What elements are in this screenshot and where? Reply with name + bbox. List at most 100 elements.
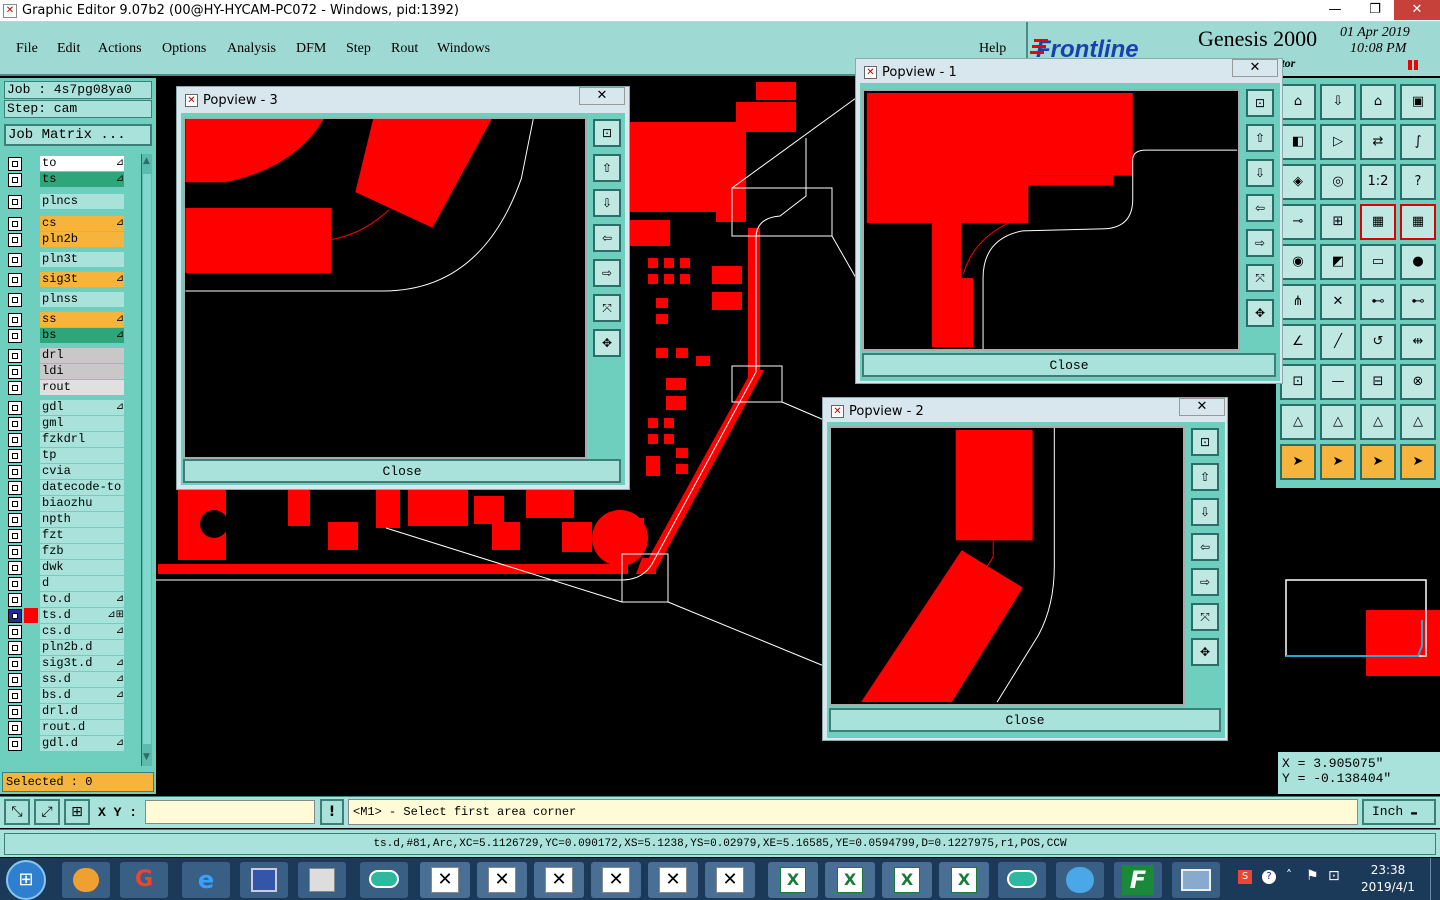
taskbar-eye2-icon[interactable] — [998, 862, 1046, 898]
taskbar-editor-window[interactable]: ✕ — [591, 862, 641, 898]
layer-checkbox[interactable] — [8, 689, 22, 703]
taskbar-excel-window[interactable]: X — [939, 862, 989, 898]
clock-time[interactable]: 23:38 — [1364, 863, 1412, 877]
layer-row-biaozhu[interactable]: biaozhu — [8, 496, 124, 511]
tray-network-icon[interactable]: ⊡ — [1328, 868, 1340, 884]
layer-checkbox[interactable] — [8, 157, 22, 171]
circle-icon[interactable]: ● — [1400, 244, 1436, 280]
layer-checkbox[interactable] — [8, 329, 22, 343]
group-icon[interactable]: ⊗ — [1400, 364, 1436, 400]
popview-right-icon[interactable]: ⇨ — [593, 259, 621, 287]
taskbar-image-icon[interactable] — [1172, 862, 1220, 898]
menu-dfm[interactable]: DFM — [296, 41, 326, 57]
popview-2-close-button[interactable]: Close — [829, 708, 1221, 732]
triangle3-icon[interactable]: △ — [1360, 404, 1396, 440]
line-add-icon[interactable]: — — [1320, 364, 1356, 400]
layer-affected-icon[interactable]: ⊿ — [116, 624, 124, 638]
popview-1-close-x[interactable]: ✕ — [1232, 59, 1278, 77]
popview-page-icon[interactable]: ⊡ — [593, 119, 621, 147]
move-right-icon[interactable]: ▷ — [1320, 124, 1356, 160]
layer-row-gdl-d[interactable]: gdl.d ⊿ — [8, 736, 124, 751]
layer-row-dwk[interactable]: dwk — [8, 560, 124, 575]
pointer-circle-icon[interactable]: ➤ — [1360, 444, 1396, 480]
layer-row-tp[interactable]: tp — [8, 448, 124, 463]
layer-row-fzb[interactable]: fzb — [8, 544, 124, 559]
layer-row-pln3t[interactable]: pln3t — [8, 252, 124, 267]
layer-row-rout[interactable]: rout — [8, 380, 124, 395]
layer-row-drl-d[interactable]: drl.d — [8, 704, 124, 719]
layer-row-ldi[interactable]: ldi — [8, 364, 124, 379]
popview-fit-icon[interactable]: ⤧ — [593, 294, 621, 322]
menu-file[interactable]: File — [16, 41, 38, 57]
swap-icon[interactable]: ⇄ — [1360, 124, 1396, 160]
pad-select-icon[interactable]: ▦ — [1360, 204, 1396, 240]
layer-checkbox[interactable] — [8, 381, 22, 395]
layer-affected-icon[interactable]: ⊿ — [116, 400, 124, 414]
layer-row-sig3t[interactable]: sig3t ⊿ — [8, 272, 124, 287]
alert-button[interactable]: ! — [320, 799, 344, 825]
cross-icon[interactable]: ✕ — [1320, 284, 1356, 320]
window-split-icon[interactable]: ▣ — [1400, 84, 1436, 120]
layer-checkbox[interactable] — [8, 561, 22, 575]
link2-icon[interactable]: ⊷ — [1400, 284, 1436, 320]
help-icon[interactable]: ? — [1400, 164, 1436, 200]
layer-checkbox[interactable] — [8, 233, 22, 247]
layer-checkbox[interactable] — [8, 593, 22, 607]
taskbar-editor-window[interactable]: ✕ — [420, 862, 470, 898]
layer-checkbox[interactable] — [8, 513, 22, 527]
layer-row-drl[interactable]: drl — [8, 348, 124, 363]
layer-checkbox[interactable] — [8, 577, 22, 591]
xy-input[interactable] — [145, 800, 315, 824]
popview-1-view[interactable] — [862, 89, 1240, 351]
layer-checkbox[interactable] — [8, 173, 22, 187]
taskbar-bird-icon[interactable] — [1056, 862, 1104, 898]
popview-3-close-x[interactable]: ✕ — [579, 87, 625, 105]
tray-help-icon[interactable]: ? — [1262, 870, 1276, 884]
pointer-link-icon[interactable]: ➤ — [1400, 444, 1436, 480]
tray-s-icon[interactable]: S — [1238, 870, 1252, 884]
pad-select2-icon[interactable]: ▦ — [1400, 204, 1436, 240]
layer-affected-icon[interactable]: ⊿ — [116, 656, 124, 670]
grid-icon[interactable]: ⊞ — [64, 799, 90, 825]
angle-icon[interactable]: ∠ — [1280, 324, 1316, 360]
menu-step[interactable]: Step — [346, 41, 371, 57]
layer-row-bs[interactable]: bs ⊿ — [8, 328, 124, 343]
layer-row-d[interactable]: d — [8, 576, 124, 591]
layer-row-pln2b-d[interactable]: pln2b.d — [8, 640, 124, 655]
layer-checkbox[interactable] — [8, 433, 22, 447]
layout-icon[interactable]: ⌂ — [1360, 84, 1396, 120]
pad-icon[interactable]: ◉ — [1280, 244, 1316, 280]
layer-checkbox[interactable] — [8, 465, 22, 479]
layer-checkbox[interactable] — [8, 313, 22, 327]
move-left-icon[interactable]: ◧ — [1280, 124, 1316, 160]
popview-center-icon[interactable]: ✥ — [1191, 638, 1219, 666]
popview-2-close-x[interactable]: ✕ — [1179, 398, 1225, 416]
taskbar-editor-window[interactable]: ✕ — [534, 862, 584, 898]
menu-rout[interactable]: Rout — [391, 41, 418, 57]
layer-checkbox[interactable] — [8, 195, 22, 209]
triangle2-icon[interactable]: △ — [1320, 404, 1356, 440]
menu-help[interactable]: Help — [979, 41, 1006, 57]
layer-row-rout-d[interactable]: rout.d — [8, 720, 124, 735]
popview-down-icon[interactable]: ⇩ — [593, 189, 621, 217]
layer-checkbox[interactable] — [8, 417, 22, 431]
pointer-icon[interactable]: ➤ — [1280, 444, 1316, 480]
layer-row-plncs[interactable]: plncs — [8, 194, 124, 209]
close-window-button[interactable]: ✕ — [1394, 0, 1440, 20]
layer-affected-icon[interactable]: ⊿ — [116, 216, 124, 230]
layer-checkbox[interactable] — [8, 273, 22, 287]
layer-scrollbar[interactable]: ▲ ▼ — [141, 154, 152, 766]
tray-flag-icon[interactable]: ⚑ — [1306, 868, 1319, 884]
layer-checkbox[interactable] — [8, 449, 22, 463]
popview-up-icon[interactable]: ⇧ — [593, 154, 621, 182]
layer-row-gml[interactable]: gml — [8, 416, 124, 431]
layer-row-datecode-to[interactable]: datecode-to — [8, 480, 124, 495]
layer-affected-icon[interactable]: ⊿ — [116, 672, 124, 686]
layer-checkbox[interactable] — [8, 293, 22, 307]
layer-checkbox[interactable] — [8, 217, 22, 231]
layer-row-gdl[interactable]: gdl ⊿ — [8, 400, 124, 415]
job-matrix-button[interactable]: Job Matrix ... — [4, 124, 152, 146]
taskbar-editor-window[interactable]: ✕ — [648, 862, 698, 898]
layer-affected-icon[interactable]: ⊿ — [116, 688, 124, 702]
menu-windows[interactable]: Windows — [437, 41, 490, 57]
